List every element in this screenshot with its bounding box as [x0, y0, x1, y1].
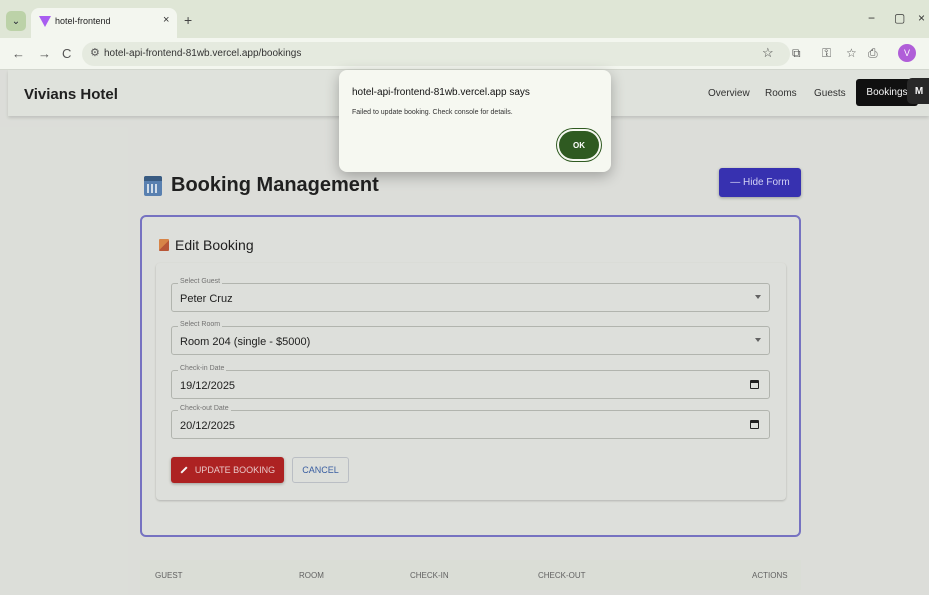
print-icon[interactable]: ⎙	[868, 46, 878, 61]
password-key-icon[interactable]: ⚿	[822, 46, 831, 61]
alert-dialog: hotel-api-frontend-81wb.vercel.app says …	[339, 70, 611, 172]
tab-search-chevron-icon[interactable]: ⌄	[6, 11, 26, 31]
reload-icon[interactable]: C	[62, 46, 71, 61]
forward-icon[interactable]: →	[38, 46, 51, 61]
bookmark-star-icon[interactable]: ☆	[762, 45, 774, 61]
browser-tabstrip: ⌄ hotel-frontend × + − ▢ ×	[0, 0, 929, 38]
site-info-icon[interactable]: ⚙	[90, 46, 100, 59]
bookmarks-icon[interactable]: ☆	[846, 46, 857, 60]
restore-icon[interactable]: ▢	[894, 11, 905, 25]
minimize-icon[interactable]: −	[868, 11, 875, 25]
address-bar[interactable]: ⚙ hotel-api-frontend-81wb.vercel.app/boo…	[82, 42, 790, 66]
dialog-message: Failed to update booking. Check console …	[352, 109, 513, 116]
tab-close-icon[interactable]: ×	[163, 14, 169, 26]
tab-title: hotel-frontend	[55, 16, 111, 26]
browser-tab[interactable]: hotel-frontend ×	[31, 8, 177, 38]
window-close-icon[interactable]: ×	[918, 11, 925, 25]
browser-toolbar: ← → C ⚙ hotel-api-frontend-81wb.vercel.a…	[0, 38, 929, 70]
profile-avatar[interactable]: V	[898, 44, 916, 62]
new-tab-icon[interactable]: +	[184, 12, 192, 28]
vite-favicon-icon	[39, 16, 51, 27]
ok-button[interactable]: OK	[559, 131, 599, 159]
extensions-icon[interactable]: ⧉	[792, 46, 801, 61]
url-text: hotel-api-frontend-81wb.vercel.app/booki…	[104, 48, 302, 59]
back-icon[interactable]: ←	[12, 46, 25, 61]
dialog-title: hotel-api-frontend-81wb.vercel.app says	[352, 87, 530, 98]
